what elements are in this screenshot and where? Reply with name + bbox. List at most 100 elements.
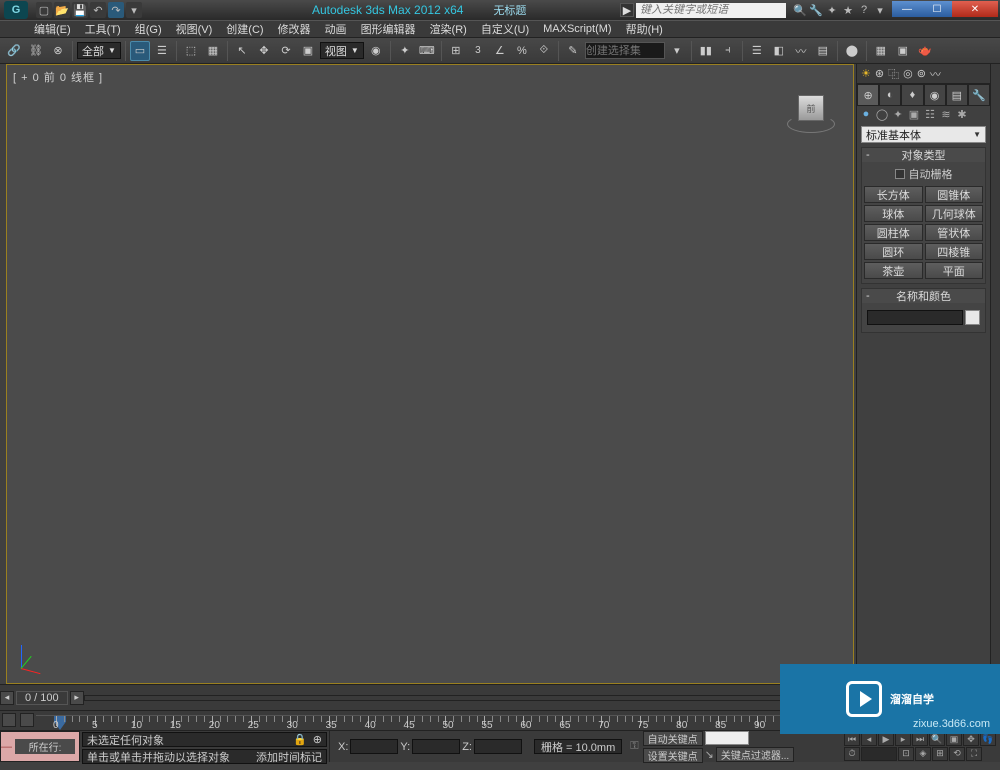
- search-icon[interactable]: 🔍: [792, 4, 808, 17]
- select-icon[interactable]: ▭: [130, 41, 150, 61]
- object-name-input[interactable]: [867, 310, 963, 325]
- rotate-icon[interactable]: ⟳: [276, 41, 296, 61]
- prim-pyramid[interactable]: 四棱锥: [925, 243, 984, 260]
- frame-input[interactable]: [861, 747, 897, 761]
- goto-start-icon[interactable]: ⏮: [844, 732, 860, 746]
- torus-icon[interactable]: ◎: [903, 67, 913, 80]
- setkey-button[interactable]: 设置关键点: [643, 748, 703, 763]
- menu-views[interactable]: 视图(V): [176, 21, 213, 37]
- nav-fov-icon[interactable]: ▣: [946, 732, 962, 746]
- nav-zoom-extents-icon[interactable]: ◈: [915, 747, 931, 761]
- qat-new-icon[interactable]: ▢: [36, 2, 52, 18]
- maximize-button[interactable]: ☐: [922, 1, 952, 17]
- app-icon[interactable]: G: [4, 1, 28, 19]
- layers-icon[interactable]: ☰: [747, 41, 767, 61]
- menu-graph-editors[interactable]: 图形编辑器: [361, 21, 416, 37]
- prim-tube[interactable]: 管状体: [925, 224, 984, 241]
- track-scroll-right[interactable]: ▸: [70, 691, 84, 705]
- key-filters-button[interactable]: 关键点过滤器...: [716, 747, 794, 762]
- bind-icon[interactable]: ⊗: [48, 41, 68, 61]
- lightbulb-icon[interactable]: ☀: [861, 67, 871, 80]
- cameras-icon[interactable]: ▣: [907, 108, 921, 122]
- menu-create[interactable]: 创建(C): [226, 21, 263, 37]
- refcoord-dropdown[interactable]: 视图▼: [320, 42, 364, 59]
- close-button[interactable]: ✕: [952, 1, 998, 17]
- wave-icon[interactable]: 〰: [930, 66, 941, 82]
- geometry-icon[interactable]: ●: [859, 108, 873, 122]
- key-step-icon[interactable]: ⊡: [898, 747, 914, 761]
- prim-box[interactable]: 长方体: [864, 186, 923, 203]
- nav-walk-icon[interactable]: 👣: [980, 732, 996, 746]
- selection-filter-dropdown[interactable]: 全部▼: [77, 42, 121, 59]
- search-input[interactable]: [636, 3, 786, 18]
- tab-display[interactable]: ▤: [946, 84, 968, 106]
- viewcube-compass[interactable]: [787, 115, 835, 133]
- snap-3d-icon[interactable]: 33: [468, 41, 488, 61]
- viewport-label[interactable]: [ + 0 前 0 线框 ]: [13, 69, 103, 85]
- ring-icon[interactable]: ⊚: [917, 67, 926, 80]
- qat-save-icon[interactable]: 💾: [72, 2, 88, 18]
- maxscript-listener[interactable]: — 所在行:: [0, 731, 80, 762]
- named-set-dropdown-icon[interactable]: ▾: [667, 41, 687, 61]
- prim-cylinder[interactable]: 圆柱体: [864, 224, 923, 241]
- nav-zoom-icon[interactable]: 🔍: [929, 732, 945, 746]
- command-panel-scroll[interactable]: [990, 64, 1000, 684]
- help-dropdown-icon[interactable]: ▾: [872, 4, 888, 17]
- schematic-icon[interactable]: ▤: [813, 41, 833, 61]
- subscription-icon[interactable]: 🔧: [808, 4, 824, 17]
- angle-snap-icon[interactable]: ∠: [490, 41, 510, 61]
- menu-modifiers[interactable]: 修改器: [278, 21, 311, 37]
- menu-help[interactable]: 帮助(H): [626, 21, 663, 37]
- scale-icon[interactable]: ▣: [298, 41, 318, 61]
- minimize-button[interactable]: —: [892, 1, 922, 17]
- nav-pan-icon[interactable]: ✥: [963, 732, 979, 746]
- z-input[interactable]: [474, 739, 522, 754]
- rollout-header-object-type[interactable]: -对象类型: [862, 148, 985, 162]
- render-icon[interactable]: 🫖: [915, 41, 935, 61]
- prim-cone[interactable]: 圆锥体: [925, 186, 984, 203]
- y-input[interactable]: [412, 739, 460, 754]
- prev-frame-icon[interactable]: ◂: [861, 732, 877, 746]
- compass-icon[interactable]: ⊛: [875, 67, 884, 80]
- qat-redo-icon[interactable]: ↷: [108, 2, 124, 18]
- rollout-header-name-color[interactable]: -名称和颜色: [862, 289, 985, 303]
- object-color-swatch[interactable]: [965, 310, 980, 325]
- nav-maximize-icon[interactable]: ⛶: [966, 747, 982, 761]
- systems-icon[interactable]: ✱: [955, 108, 969, 122]
- key-icon[interactable]: ⚿: [630, 740, 638, 753]
- qat-open-icon[interactable]: 📂: [54, 2, 70, 18]
- trackbar-toggle-icon[interactable]: [2, 713, 16, 727]
- key-mode-icon[interactable]: ↘: [705, 748, 714, 761]
- trackbar-keys-icon[interactable]: [20, 713, 34, 727]
- pivot-icon[interactable]: ◉: [366, 41, 386, 61]
- align-icon[interactable]: ⫞: [718, 41, 738, 61]
- qat-undo-icon[interactable]: ↶: [90, 2, 106, 18]
- frame-indicator[interactable]: 0 / 100: [16, 691, 68, 705]
- selection-lock-icon[interactable]: ⊕: [313, 733, 322, 746]
- move-icon[interactable]: ✥: [254, 41, 274, 61]
- selected-object-dropdown[interactable]: [705, 731, 749, 745]
- geometry-category-dropdown[interactable]: 标准基本体▼: [861, 126, 986, 143]
- curve-editor-icon[interactable]: 〰: [791, 41, 811, 61]
- prim-torus[interactable]: 圆环: [864, 243, 923, 260]
- percent-snap-icon[interactable]: %: [512, 41, 532, 61]
- next-frame-icon[interactable]: ▸: [895, 732, 911, 746]
- tab-modify[interactable]: ◐: [879, 84, 901, 106]
- shapes-icon[interactable]: ◯: [875, 108, 889, 122]
- menu-customize[interactable]: 自定义(U): [481, 21, 529, 37]
- tab-utilities[interactable]: 🔧: [968, 84, 990, 106]
- material-editor-icon[interactable]: ⬤: [842, 41, 862, 61]
- exchange-icon[interactable]: ✦: [824, 4, 840, 17]
- spinner-snap-icon[interactable]: ⟐: [534, 41, 554, 61]
- viewcube[interactable]: 前: [789, 89, 833, 133]
- prim-teapot[interactable]: 茶壶: [864, 262, 923, 279]
- tab-hierarchy[interactable]: ♦: [901, 84, 923, 106]
- lock-icon[interactable]: 🔒: [293, 733, 307, 746]
- menu-rendering[interactable]: 渲染(R): [430, 21, 467, 37]
- tab-create[interactable]: ⊕: [857, 84, 879, 106]
- snap-2d-icon[interactable]: ⊞: [446, 41, 466, 61]
- menu-animation[interactable]: 动画: [325, 21, 347, 37]
- grid-icon[interactable]: ⿻: [888, 66, 899, 82]
- menu-tools[interactable]: 工具(T): [85, 21, 121, 37]
- named-selection-input[interactable]: [585, 42, 665, 59]
